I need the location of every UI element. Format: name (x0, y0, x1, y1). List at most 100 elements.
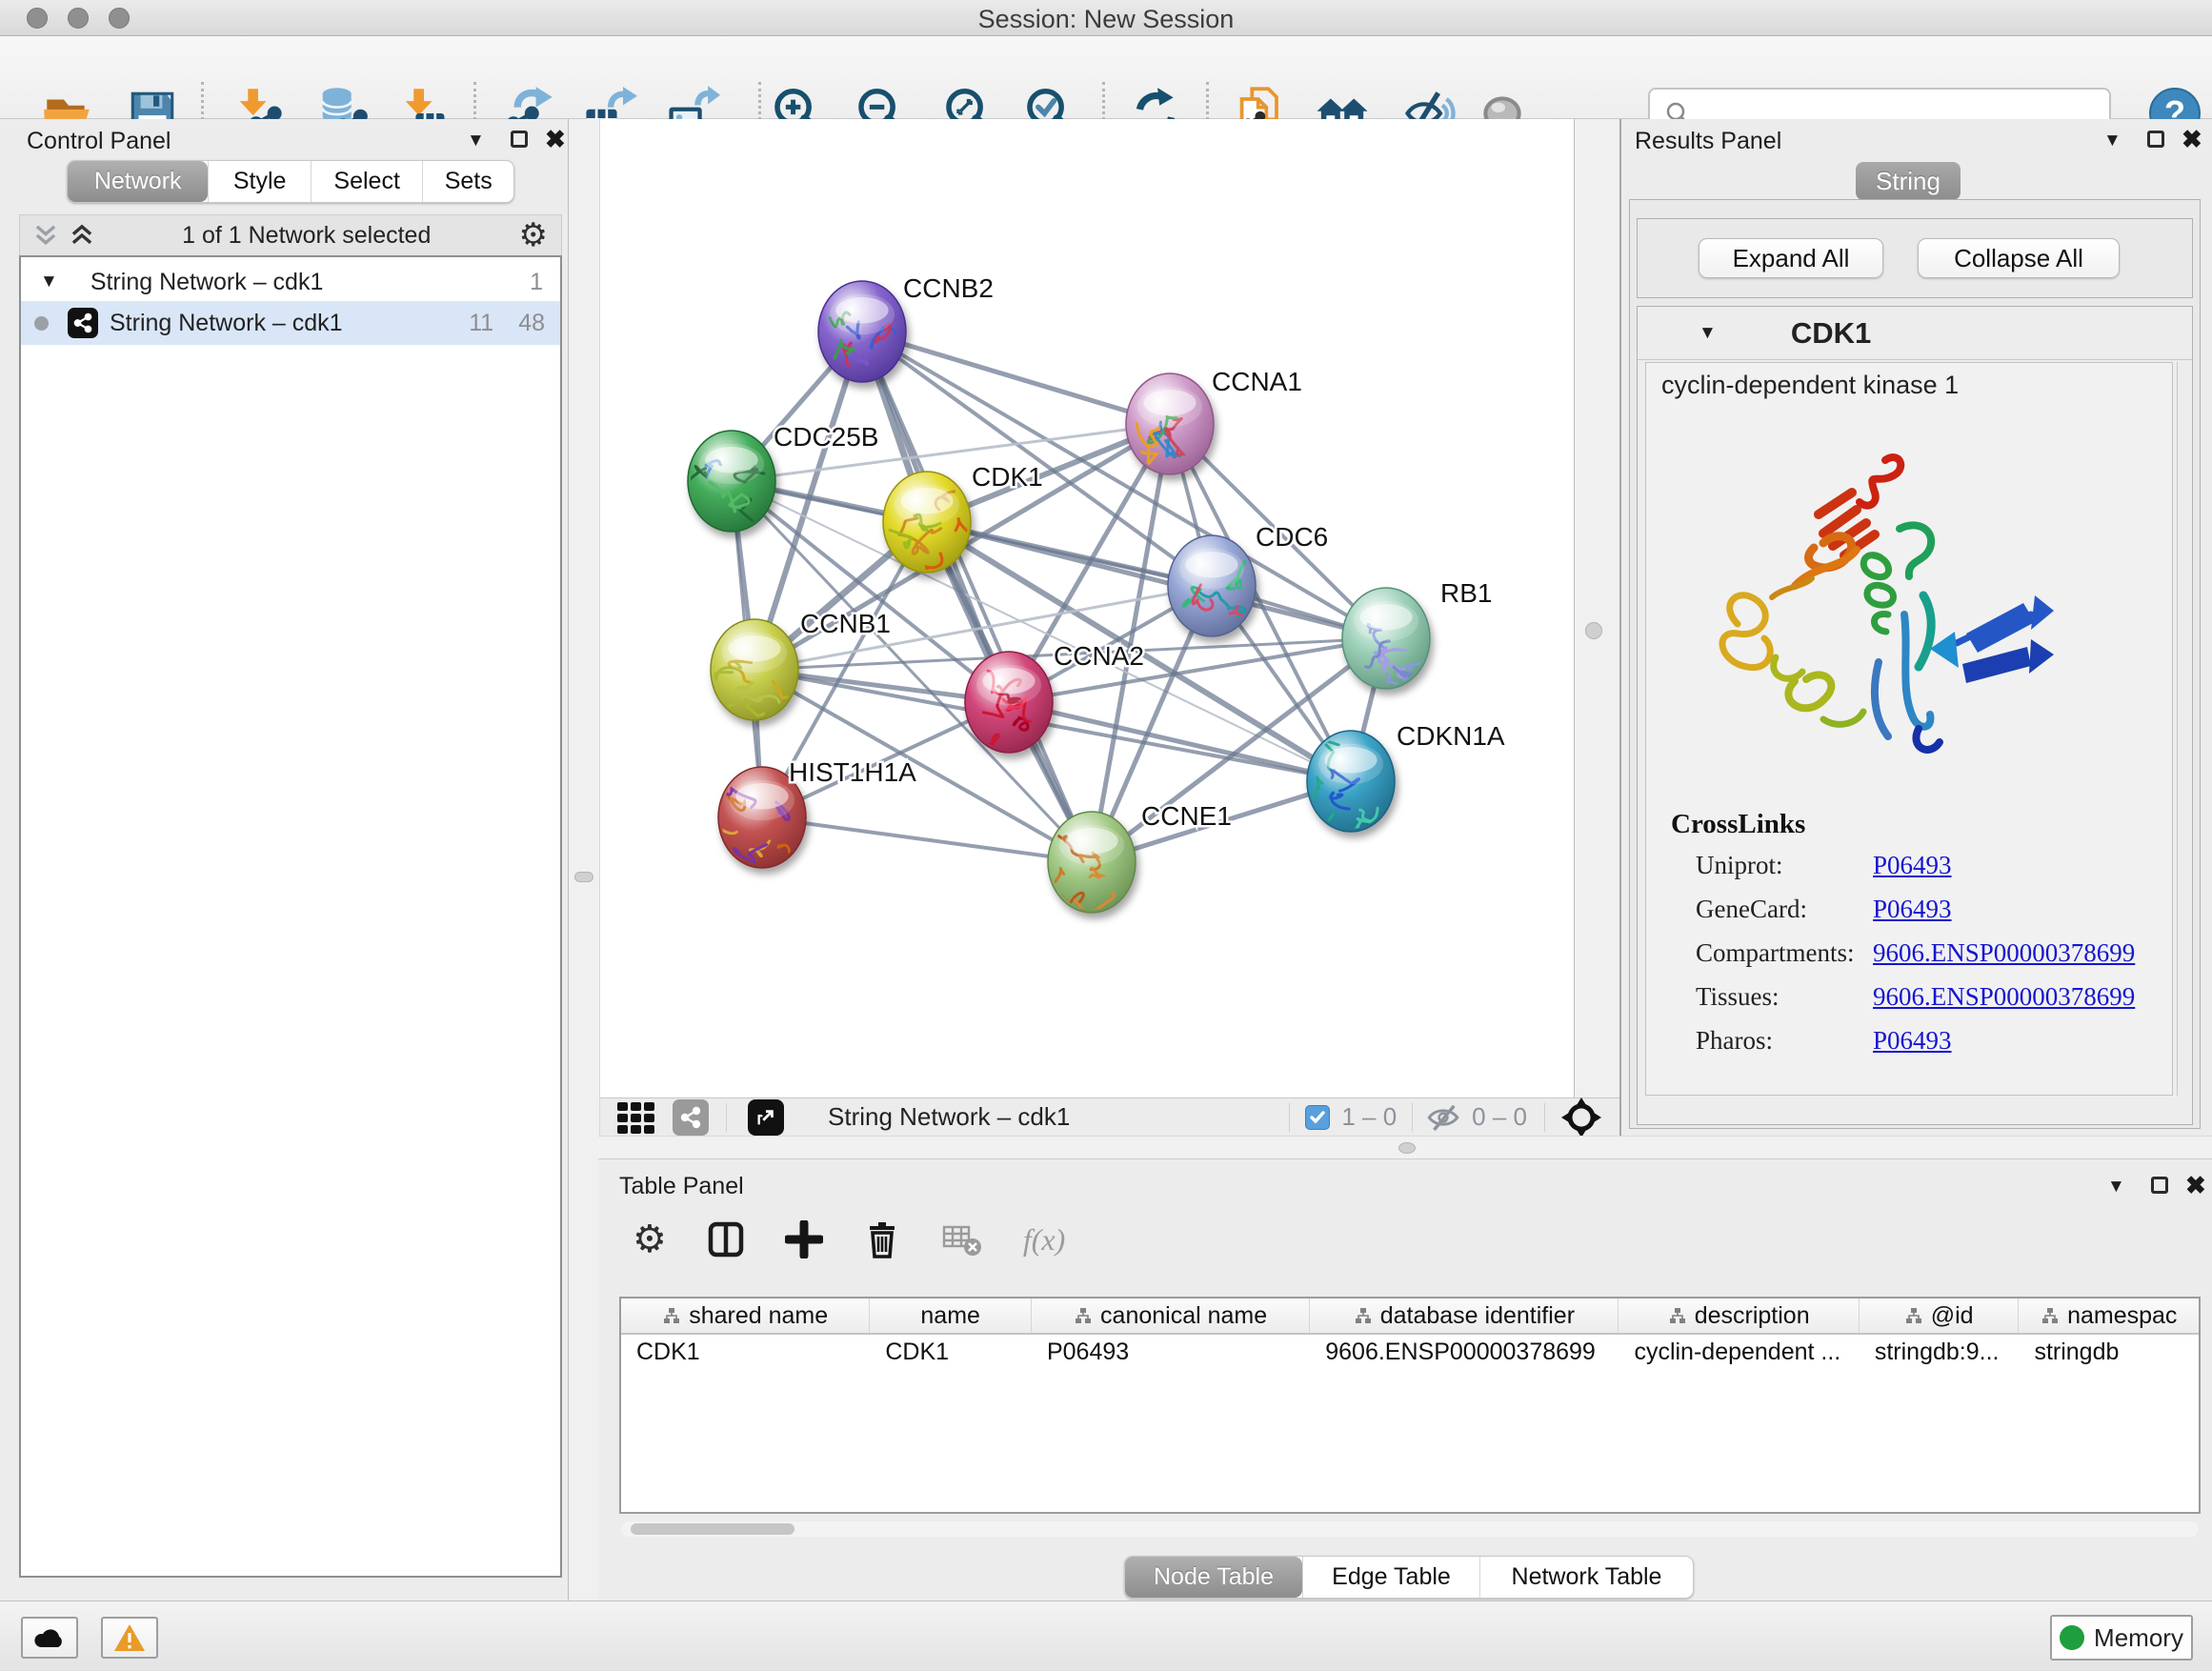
toolbar-separator (1412, 1103, 1413, 1132)
add-column-icon[interactable] (785, 1220, 823, 1258)
network-node-CDC25B[interactable] (681, 431, 782, 553)
network-node-CCNA1[interactable] (1126, 373, 1214, 474)
network-options-gear-icon[interactable]: ⚙ (519, 219, 548, 252)
collapse-all-button[interactable]: Collapse All (1918, 238, 2120, 278)
network-node-CCNA2[interactable] (965, 652, 1053, 753)
network-edge-CCNA2-CDKN1A[interactable] (1009, 702, 1351, 781)
left-splitter-handle[interactable] (574, 872, 593, 882)
table-panel-float-icon[interactable]: ▼ (2107, 1177, 2125, 1198)
horizontal-splitter[interactable] (598, 1136, 2212, 1158)
crosslinks-title: CrossLinks (1671, 809, 1805, 840)
tree-expand-icon[interactable]: ▼ (40, 272, 58, 292)
table-panel-title: Table Panel (619, 1173, 744, 1200)
control-panel-float-icon[interactable]: ▼ (467, 131, 485, 151)
crosslink-compartments-link[interactable]: 9606.ENSP00000378699 (1873, 938, 2135, 968)
table-horizontal-scrollbar[interactable] (621, 1521, 2199, 1537)
delete-column-icon[interactable] (863, 1220, 901, 1258)
table-header-row: shared name name canonical name database… (621, 1299, 2199, 1335)
crosslink-pharos-link[interactable]: P06493 (1873, 1026, 1952, 1056)
network-row-selected[interactable]: String Network – cdk1 11 48 (21, 301, 560, 345)
column-header[interactable]: database identifier (1310, 1299, 1619, 1333)
column-header[interactable]: namespac (2019, 1299, 2199, 1333)
network-collection-row[interactable]: ▼ String Network – cdk1 1 (21, 263, 560, 301)
toolbar-separator (1289, 1103, 1290, 1132)
table-panel-maximize-icon[interactable] (2151, 1177, 2168, 1194)
node-label-CCNA2: CCNA2 (1054, 641, 1144, 671)
network-edge-CCNB2-CCNA1[interactable] (862, 332, 1170, 424)
crosslink-uniprot-link[interactable]: P06493 (1873, 851, 1952, 880)
column-header[interactable]: name (870, 1299, 1032, 1333)
network-node-RB1[interactable] (1342, 588, 1439, 689)
column-header[interactable]: canonical name (1032, 1299, 1310, 1333)
control-panel-maximize-icon[interactable] (511, 131, 528, 148)
crosslink-genecard-link[interactable]: P06493 (1873, 895, 1952, 924)
table-row[interactable]: CDK1 CDK1 P06493 9606.ENSP00000378699 cy… (621, 1335, 2199, 1369)
table-panel-close-icon[interactable]: ✖ (2185, 1171, 2206, 1200)
control-panel-tabs: Network Style Select Sets (67, 160, 514, 203)
node-label-CCNB2: CCNB2 (903, 273, 994, 303)
network-node-CCNB2[interactable] (818, 281, 906, 382)
network-node-CCNB1[interactable] (711, 619, 802, 730)
results-panel-float-icon[interactable]: ▼ (2103, 131, 2122, 151)
cdk1-section-header[interactable]: ▼ CDK1 (1638, 307, 2192, 360)
results-panel-close-icon[interactable]: ✖ (2182, 125, 2202, 154)
section-expand-icon[interactable]: ▼ (1699, 323, 1717, 344)
left-splitter[interactable] (568, 119, 600, 1601)
network-edge-HIST1H1A-CCNE1[interactable] (762, 817, 1092, 862)
crosslink-label: GeneCard: (1696, 895, 1807, 924)
tab-network-table[interactable]: Network Table (1479, 1557, 1693, 1598)
results-panel-maximize-icon[interactable] (2147, 131, 2164, 148)
network-row-label: String Network – cdk1 (110, 310, 343, 337)
automation-cloud-button[interactable] (21, 1617, 78, 1659)
crosslink-tissues-link[interactable]: 9606.ENSP00000378699 (1873, 982, 2135, 1012)
tab-edge-table[interactable]: Edge Table (1302, 1557, 1479, 1598)
crosslink-label: Uniprot: (1696, 851, 1783, 879)
network-selection-status: 1 of 1 Network selected (94, 222, 519, 250)
table-toolbar: ⚙ f(x) (633, 1220, 1065, 1258)
toolbar-separator (726, 1103, 727, 1132)
right-splitter[interactable] (1574, 119, 1619, 1097)
results-panel: Results Panel ▼ ✖ String Expand All Coll… (1619, 119, 2212, 1136)
node-label-CDC25B: CDC25B (774, 422, 878, 452)
network-canvas[interactable]: CCNB2CCNA1CDC25BCDK1CDC6RB1CCNB1CCNA2CDK… (600, 119, 1574, 1097)
selected-checkbox-icon[interactable] (1305, 1105, 1330, 1130)
tab-network[interactable]: Network (68, 161, 208, 202)
node-label-CDC6: CDC6 (1256, 522, 1328, 552)
expand-all-button[interactable]: Expand All (1699, 238, 1883, 278)
tab-sets[interactable]: Sets (422, 161, 513, 202)
fit-selected-crosshair-icon[interactable] (1560, 1097, 1602, 1138)
open-in-window-icon[interactable] (748, 1099, 784, 1136)
results-panel-title: Results Panel (1635, 128, 1781, 155)
tab-select[interactable]: Select (311, 161, 423, 202)
expand-all-icon[interactable] (70, 223, 94, 248)
column-header[interactable]: shared name (621, 1299, 870, 1333)
network-node-CDC6[interactable] (1168, 535, 1268, 636)
network-status-dot (34, 316, 49, 331)
network-type-icon[interactable] (673, 1099, 709, 1136)
network-node-CDKN1A[interactable] (1307, 731, 1395, 839)
function-builder-icon: f(x) (1023, 1222, 1065, 1258)
right-splitter-handle[interactable] (1585, 622, 1602, 639)
main-toolbar: ? (0, 36, 2212, 119)
warnings-button[interactable] (101, 1617, 158, 1659)
network-node-CCNE1[interactable] (1026, 812, 1136, 926)
scrollbar-thumb[interactable] (631, 1523, 794, 1535)
node-label-CCNA1: CCNA1 (1212, 367, 1302, 396)
results-scrollbar[interactable] (2177, 362, 2190, 1096)
show-columns-icon[interactable] (707, 1220, 745, 1258)
tab-style[interactable]: Style (208, 161, 311, 202)
tab-node-table[interactable]: Node Table (1125, 1557, 1302, 1598)
column-header[interactable]: @id (1860, 1299, 2020, 1333)
birds-eye-grid-icon[interactable] (615, 1098, 659, 1137)
tab-string[interactable]: String (1856, 162, 1961, 200)
table-tabs: Node Table Edge Table Network Table (1124, 1556, 1694, 1599)
control-panel-close-icon[interactable]: ✖ (545, 125, 566, 154)
memory-button[interactable]: Memory (2050, 1615, 2193, 1661)
network-view-toolbar: String Network – cdk1 1 – 0 0 – 0 (600, 1097, 1619, 1136)
collapse-all-icon[interactable] (33, 223, 58, 248)
column-header[interactable]: description (1619, 1299, 1859, 1333)
node-label-CDKN1A: CDKN1A (1397, 721, 1505, 751)
network-list: ▼ String Network – cdk1 1 String Network… (19, 255, 562, 1578)
horizontal-splitter-handle[interactable] (1398, 1142, 1416, 1154)
table-options-gear-icon[interactable]: ⚙ (633, 1220, 667, 1258)
